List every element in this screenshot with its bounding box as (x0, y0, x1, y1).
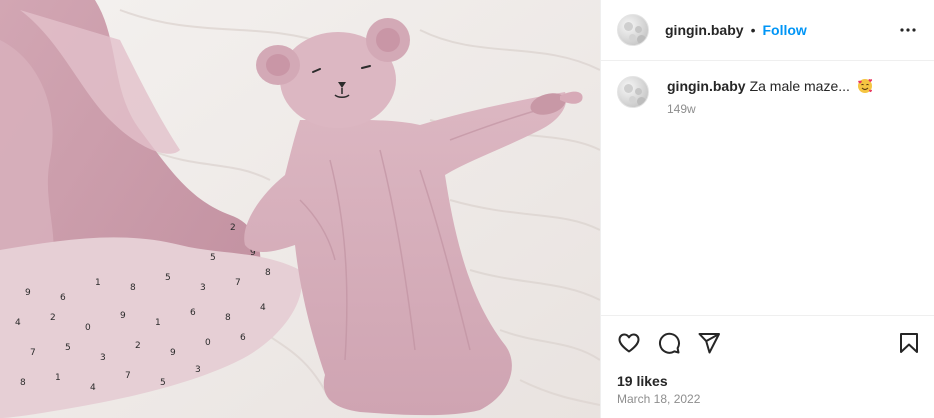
post-side-panel: gingin.baby • Follow gingin.baby Za male … (600, 0, 934, 418)
svg-text:1: 1 (55, 373, 61, 383)
svg-text:3: 3 (195, 365, 201, 375)
photo-pink-bunny-comforter: 9618537 42091684 7532906 814753 29158 (0, 0, 600, 418)
instagram-post: 9618537 42091684 7532906 814753 29158 (0, 0, 934, 418)
caption-line: gingin.baby Za male maze... (667, 76, 873, 95)
svg-text:5: 5 (65, 343, 71, 353)
svg-text:7: 7 (125, 371, 131, 381)
svg-text:4: 4 (260, 303, 266, 313)
svg-text:6: 6 (60, 293, 66, 303)
caption-text: Za male maze... (749, 78, 850, 94)
svg-text:2: 2 (50, 313, 56, 323)
svg-text:8: 8 (225, 313, 231, 323)
svg-text:6: 6 (240, 333, 246, 343)
comment-icon[interactable] (657, 331, 681, 355)
svg-text:3: 3 (100, 353, 106, 363)
svg-text:9: 9 (120, 311, 126, 321)
svg-text:2: 2 (230, 223, 236, 233)
svg-text:8: 8 (130, 283, 136, 293)
caption-avatar[interactable] (617, 76, 649, 108)
svg-text:8: 8 (20, 378, 26, 388)
caption-timestamp[interactable]: 149w (667, 102, 873, 116)
caption-body: gingin.baby Za male maze... 149w (667, 76, 873, 116)
svg-text:0: 0 (205, 338, 211, 348)
svg-text:8: 8 (265, 268, 271, 278)
post-header: gingin.baby • Follow (601, 0, 934, 61)
post-photo[interactable]: 9618537 42091684 7532906 814753 29158 (0, 0, 600, 418)
caption-username[interactable]: gingin.baby (667, 78, 746, 94)
svg-text:7: 7 (235, 278, 241, 288)
svg-text:5: 5 (165, 273, 171, 283)
svg-text:1: 1 (155, 318, 161, 328)
svg-text:9: 9 (170, 348, 176, 358)
separator-dot: • (750, 22, 756, 38)
svg-text:4: 4 (90, 383, 96, 393)
profile-avatar[interactable] (617, 14, 649, 46)
heart-icon[interactable] (617, 331, 641, 355)
post-caption: gingin.baby Za male maze... 149w (617, 76, 919, 116)
smiling-face-with-hearts-emoji-icon (857, 78, 873, 94)
svg-text:7: 7 (30, 348, 36, 358)
bookmark-icon[interactable] (897, 331, 921, 355)
author-username[interactable]: gingin.baby (665, 22, 744, 38)
svg-text:3: 3 (200, 283, 206, 293)
svg-text:0: 0 (85, 323, 91, 333)
svg-text:9: 9 (25, 288, 31, 298)
post-actions-section: 19 likes March 18, 2022 (601, 315, 934, 418)
more-horizontal-icon[interactable] (899, 22, 917, 38)
follow-button[interactable]: Follow (762, 22, 806, 38)
likes-count[interactable]: 19 likes (617, 373, 668, 389)
svg-text:5: 5 (160, 378, 166, 388)
svg-text:1: 1 (95, 278, 101, 288)
svg-text:5: 5 (210, 253, 216, 263)
svg-text:2: 2 (135, 341, 141, 351)
post-date[interactable]: March 18, 2022 (617, 392, 700, 406)
svg-text:6: 6 (190, 308, 196, 318)
share-icon[interactable] (697, 331, 721, 355)
svg-text:4: 4 (15, 318, 21, 328)
